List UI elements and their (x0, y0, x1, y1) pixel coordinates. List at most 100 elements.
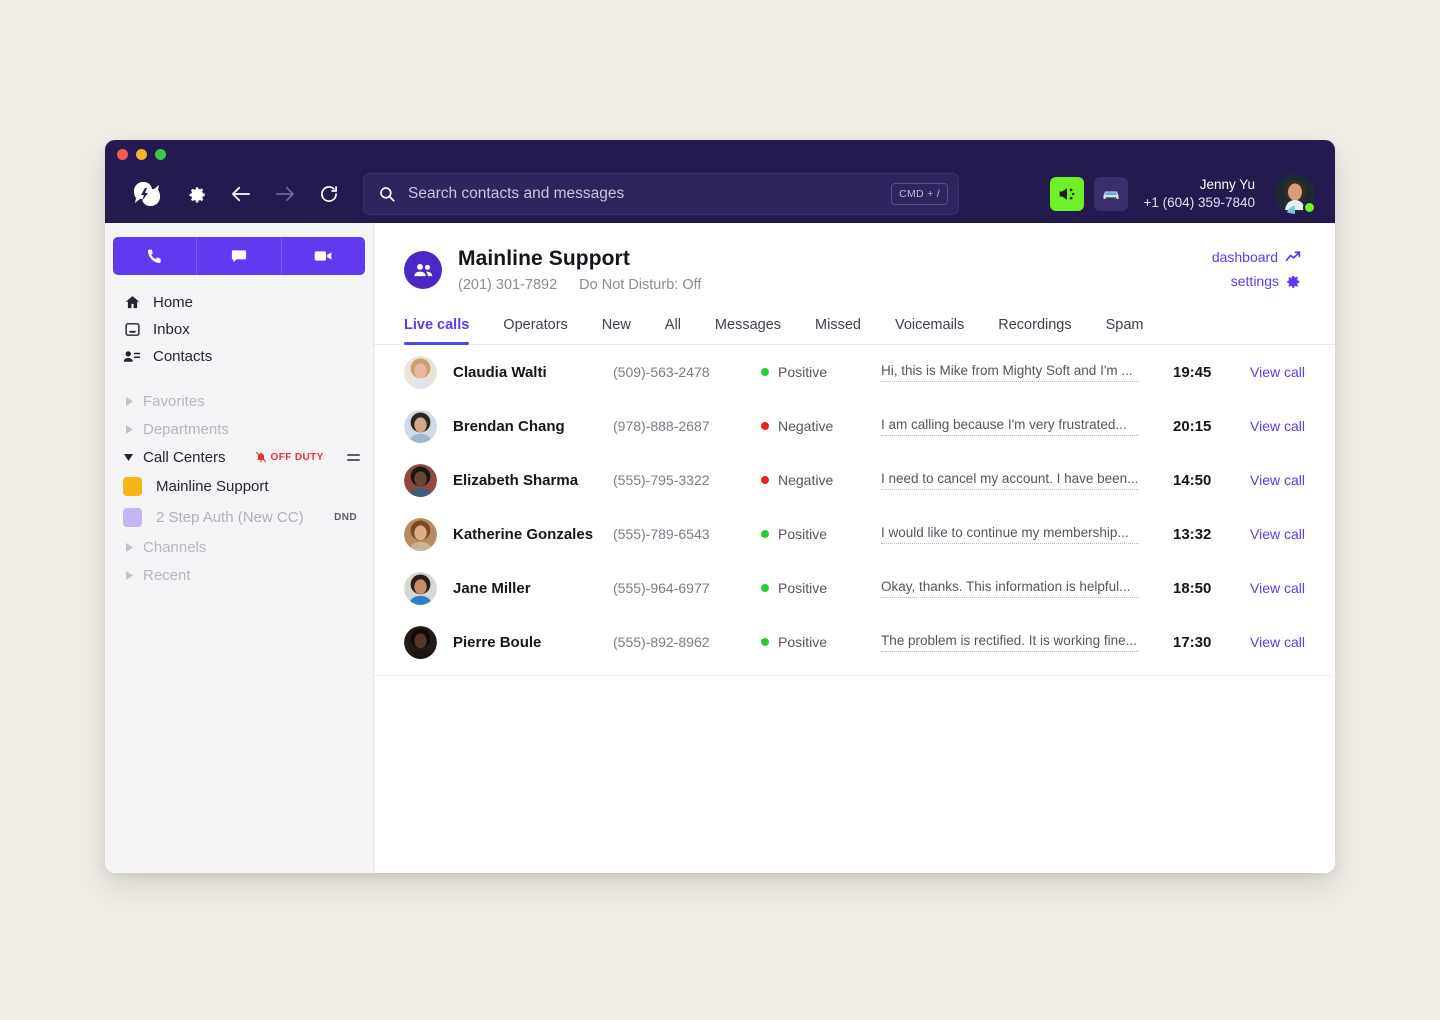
chevron-right-icon (123, 397, 134, 406)
contact-avatar (404, 626, 437, 659)
view-call-link[interactable]: View call (1250, 634, 1305, 650)
search-shortcut-hint: CMD + / (891, 183, 948, 205)
main-content: Mainline Support (201) 301-7892 Do Not D… (374, 223, 1335, 873)
gear-icon[interactable] (175, 174, 219, 214)
tab-spam[interactable]: Spam (1089, 317, 1161, 344)
table-row[interactable]: Katherine Gonzales (555)-789-6543 Positi… (374, 507, 1335, 561)
tab-missed[interactable]: Missed (798, 317, 878, 344)
video-action-button[interactable] (281, 237, 365, 275)
table-row[interactable]: Brendan Chang (978)-888-2687 Negative I … (374, 399, 1335, 453)
search-bar[interactable]: CMD + / (363, 173, 959, 215)
table-row[interactable]: Pierre Boule (555)-892-8962 Positive The… (374, 615, 1335, 669)
dialpad-logo-icon (119, 174, 175, 214)
list-options-icon[interactable] (347, 454, 360, 461)
list-divider (374, 675, 1335, 676)
vehicle-icon[interactable] (1094, 177, 1128, 211)
call-time: 19:45 (1139, 364, 1235, 381)
call-time: 17:30 (1139, 634, 1235, 651)
chevron-right-icon (123, 543, 134, 552)
status-badge-label: OFF DUTY (271, 452, 324, 463)
call-action-button[interactable] (113, 237, 196, 275)
sidebar-item-home[interactable]: Home (105, 289, 373, 316)
chat-icon (230, 247, 248, 265)
sidebar-item-2-step-auth[interactable]: 2 Step Auth (New CC) DND (105, 502, 373, 533)
sentiment-dot (761, 530, 769, 538)
view-call-link[interactable]: View call (1250, 526, 1305, 542)
desktop-background: CMD + / (0, 0, 1440, 1020)
sidebar-group-channels[interactable]: Channels (105, 533, 373, 561)
message-preview[interactable]: I am calling because I'm very frustrated… (881, 417, 1139, 436)
status-badge[interactable]: OFF DUTY (255, 451, 324, 463)
sentiment-label: Positive (778, 526, 827, 542)
sidebar-group-call-centers[interactable]: Call Centers OFF DUTY (105, 443, 373, 471)
dashboard-link[interactable]: dashboard (1212, 249, 1301, 265)
search-input[interactable] (408, 185, 891, 203)
sidebar-group-favorites[interactable]: Favorites (105, 387, 373, 415)
sentiment-cell: Positive (761, 526, 881, 542)
message-preview[interactable]: I need to cancel my account. I have been… (881, 471, 1139, 490)
tab-messages[interactable]: Messages (698, 317, 798, 344)
sentiment-dot (761, 584, 769, 592)
contact-avatar (404, 356, 437, 389)
table-row[interactable]: Claudia Walti (509)-563-2478 Positive Hi… (374, 345, 1335, 399)
call-time: 18:50 (1139, 580, 1235, 597)
sidebar-group-recent[interactable]: Recent (105, 561, 373, 589)
call-center-phone: (201) 301-7892 (458, 277, 557, 293)
message-action-button[interactable] (196, 237, 280, 275)
refresh-icon[interactable] (307, 174, 351, 214)
view-call-link[interactable]: View call (1250, 472, 1305, 488)
avatar[interactable] (1275, 174, 1315, 214)
tab-live-calls[interactable]: Live calls (404, 317, 486, 344)
sentiment-cell: Negative (761, 472, 881, 488)
tab-recordings[interactable]: Recordings (981, 317, 1088, 344)
call-time: 13:32 (1139, 526, 1235, 543)
sidebar-group-call-centers-label: Call Centers (143, 449, 226, 466)
sentiment-dot (761, 422, 769, 430)
tab-operators[interactable]: Operators (486, 317, 584, 344)
announcement-icon[interactable] (1050, 177, 1084, 211)
tab-voicemails[interactable]: Voicemails (878, 317, 981, 344)
message-preview[interactable]: Hi, this is Mike from Mighty Soft and I'… (881, 363, 1139, 382)
calls-list: Claudia Walti (509)-563-2478 Positive Hi… (374, 345, 1335, 669)
search-icon (378, 185, 396, 203)
sentiment-cell: Positive (761, 364, 881, 380)
contact-avatar (404, 410, 437, 443)
chevron-right-icon (123, 425, 134, 434)
call-center-color-swatch (123, 477, 142, 496)
minimize-window-button[interactable] (136, 149, 147, 160)
message-preview[interactable]: I would like to continue my membership..… (881, 525, 1139, 544)
video-icon (313, 248, 333, 264)
arrow-left-icon[interactable] (219, 174, 263, 214)
sentiment-cell: Negative (761, 418, 881, 434)
do-not-disturb-status: Do Not Disturb: Off (579, 277, 701, 293)
view-call-link[interactable]: View call (1250, 580, 1305, 596)
maximize-window-button[interactable] (155, 149, 166, 160)
sentiment-label: Positive (778, 580, 827, 596)
chevron-down-icon (123, 453, 134, 461)
sidebar-item-contacts[interactable]: Contacts (105, 343, 373, 370)
close-window-button[interactable] (117, 149, 128, 160)
view-call-link[interactable]: View call (1250, 364, 1305, 380)
message-preview[interactable]: The problem is rectified. It is working … (881, 633, 1139, 652)
sidebar-group-departments[interactable]: Departments (105, 415, 373, 443)
tab-all[interactable]: All (648, 317, 698, 344)
sidebar-item-inbox[interactable]: Inbox (105, 316, 373, 343)
contact-avatar (404, 572, 437, 605)
settings-link[interactable]: settings (1212, 273, 1301, 289)
sidebar: Home Inbox (105, 223, 374, 873)
contact-phone: (509)-563-2478 (613, 364, 761, 380)
message-preview[interactable]: Okay, thanks. This information is helpfu… (881, 579, 1139, 598)
top-toolbar: CMD + / (105, 166, 1335, 222)
view-call-link[interactable]: View call (1250, 418, 1305, 434)
table-row[interactable]: Elizabeth Sharma (555)-795-3322 Negative… (374, 453, 1335, 507)
tab-new[interactable]: New (585, 317, 648, 344)
table-row[interactable]: Jane Miller (555)-964-6977 Positive Okay… (374, 561, 1335, 615)
bell-slash-icon (255, 451, 267, 463)
window-controls[interactable] (117, 149, 166, 160)
arrow-right-icon[interactable] (263, 174, 307, 214)
presence-indicator (1303, 201, 1316, 214)
sidebar-item-mainline-support[interactable]: Mainline Support (105, 471, 373, 502)
sidebar-item-2-step-auth-label: 2 Step Auth (New CC) (156, 509, 304, 526)
sidebar-item-contacts-label: Contacts (153, 348, 212, 365)
user-info[interactable]: Jenny Yu +1 (604) 359-7840 (1144, 176, 1255, 212)
